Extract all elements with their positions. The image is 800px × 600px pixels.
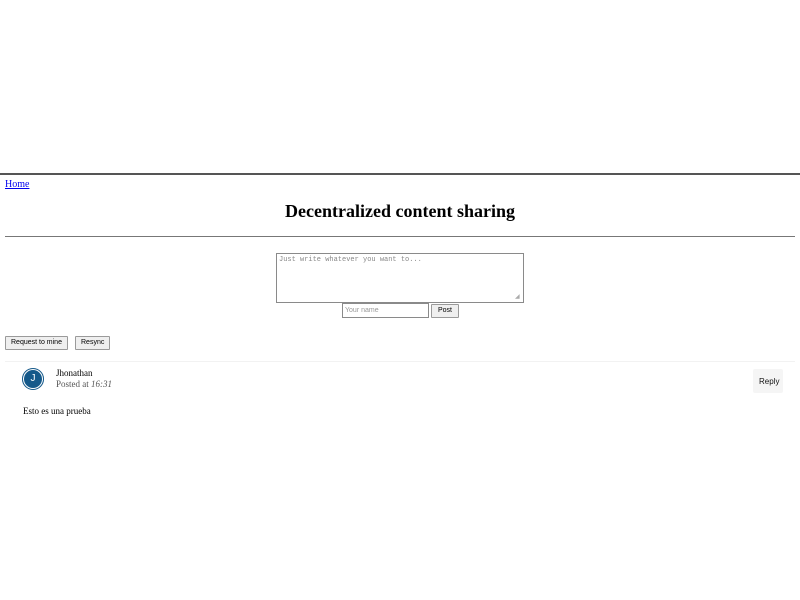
- avatar: J: [22, 368, 44, 390]
- resize-grip-icon[interactable]: ◢: [515, 294, 520, 300]
- page: Home Decentralized content sharing ◢ Pos…: [0, 0, 800, 600]
- posted-time: 16:31: [91, 379, 112, 389]
- resync-button[interactable]: Resync: [75, 336, 111, 350]
- comment-timestamp: Posted at 16:31: [56, 379, 112, 389]
- comment-card: J Jhonathan Posted at 16:31 Reply Esto e…: [5, 361, 795, 422]
- top-divider: [0, 173, 800, 175]
- home-link[interactable]: Home: [5, 179, 29, 190]
- post-content-textarea[interactable]: [276, 253, 524, 303]
- author-name-input[interactable]: [342, 303, 429, 318]
- page-title: Decentralized content sharing: [285, 201, 515, 221]
- request-to-mine-button[interactable]: Request to mine: [5, 336, 68, 350]
- reply-button[interactable]: Reply: [753, 369, 783, 393]
- posted-prefix: Posted at: [56, 379, 89, 389]
- comment-author: Jhonathan: [56, 368, 93, 378]
- post-button[interactable]: Post: [431, 304, 459, 318]
- title-divider: [5, 236, 795, 237]
- comment-body: Esto es una prueba: [23, 406, 91, 416]
